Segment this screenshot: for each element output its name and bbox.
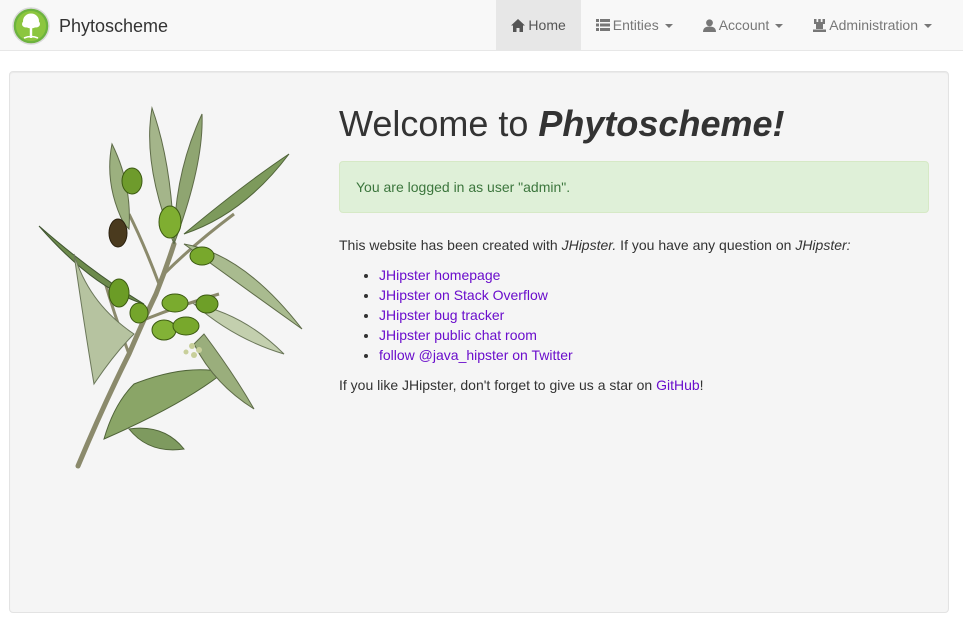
list-item: JHipster public chat room — [379, 325, 929, 345]
chevron-down-icon — [775, 24, 784, 28]
link-bug-tracker[interactable]: JHipster bug tracker — [379, 307, 504, 323]
title-app-name: Phytoscheme! — [538, 103, 785, 144]
outro-end: ! — [699, 377, 704, 393]
list-item: JHipster homepage — [379, 265, 929, 285]
login-status-alert: You are logged in as user "admin". — [339, 161, 929, 213]
link-jhipster-homepage[interactable]: JHipster homepage — [379, 267, 500, 283]
list-item: follow @java_hipster on Twitter — [379, 345, 929, 365]
tower-icon — [813, 18, 827, 32]
user-icon — [702, 18, 716, 32]
nav-entities-label: Entities — [612, 17, 659, 33]
jhipster-links-list: JHipster homepage JHipster on Stack Over… — [339, 265, 929, 365]
main-nav: Home Entities Account Administration — [496, 0, 947, 50]
link-twitter[interactable]: follow @java_hipster on Twitter — [379, 347, 573, 363]
nav-administration[interactable]: Administration — [798, 0, 947, 50]
chevron-down-icon — [924, 24, 932, 28]
login-status-text: You are logged in as user "admin". — [356, 179, 571, 195]
intro-paragraph: This website has been created with JHips… — [339, 235, 929, 255]
list-icon — [595, 19, 610, 31]
navbar: Phytoscheme Home Entities Account Admini… — [0, 0, 963, 51]
intro-jhipster: JHipster. — [561, 237, 617, 253]
nav-home[interactable]: Home — [496, 0, 581, 50]
list-item: JHipster on Stack Overflow — [379, 285, 929, 305]
main-content-well: Welcome to Phytoscheme! You are logged i… — [9, 71, 949, 613]
link-github[interactable]: GitHub — [656, 377, 700, 393]
welcome-content: Welcome to Phytoscheme! You are logged i… — [339, 104, 929, 395]
olive-branch-illustration — [38, 106, 303, 469]
link-stack-overflow[interactable]: JHipster on Stack Overflow — [379, 287, 548, 303]
link-chat-room[interactable]: JHipster public chat room — [379, 327, 537, 343]
intro-question: If you have any question on — [616, 237, 796, 253]
chevron-down-icon — [664, 24, 673, 28]
nav-account[interactable]: Account — [688, 0, 799, 50]
outro-paragraph: If you like JHipster, don't forget to gi… — [339, 375, 929, 395]
page-title: Welcome to Phytoscheme! — [339, 104, 929, 152]
home-icon — [511, 18, 526, 32]
nav-administration-label: Administration — [829, 17, 918, 33]
nav-account-label: Account — [718, 17, 770, 33]
intro-text: This website has been created with — [339, 237, 562, 253]
intro-jhipster-2: JHipster: — [795, 237, 851, 253]
tree-logo-icon — [12, 7, 50, 45]
nav-entities[interactable]: Entities — [581, 0, 688, 50]
brand-link[interactable]: Phytoscheme — [12, 7, 168, 45]
brand-name: Phytoscheme — [59, 15, 169, 36]
nav-home-label: Home — [528, 17, 566, 33]
list-item: JHipster bug tracker — [379, 305, 929, 325]
outro-text: If you like JHipster, don't forget to gi… — [339, 377, 657, 393]
title-prefix: Welcome to — [339, 103, 539, 144]
